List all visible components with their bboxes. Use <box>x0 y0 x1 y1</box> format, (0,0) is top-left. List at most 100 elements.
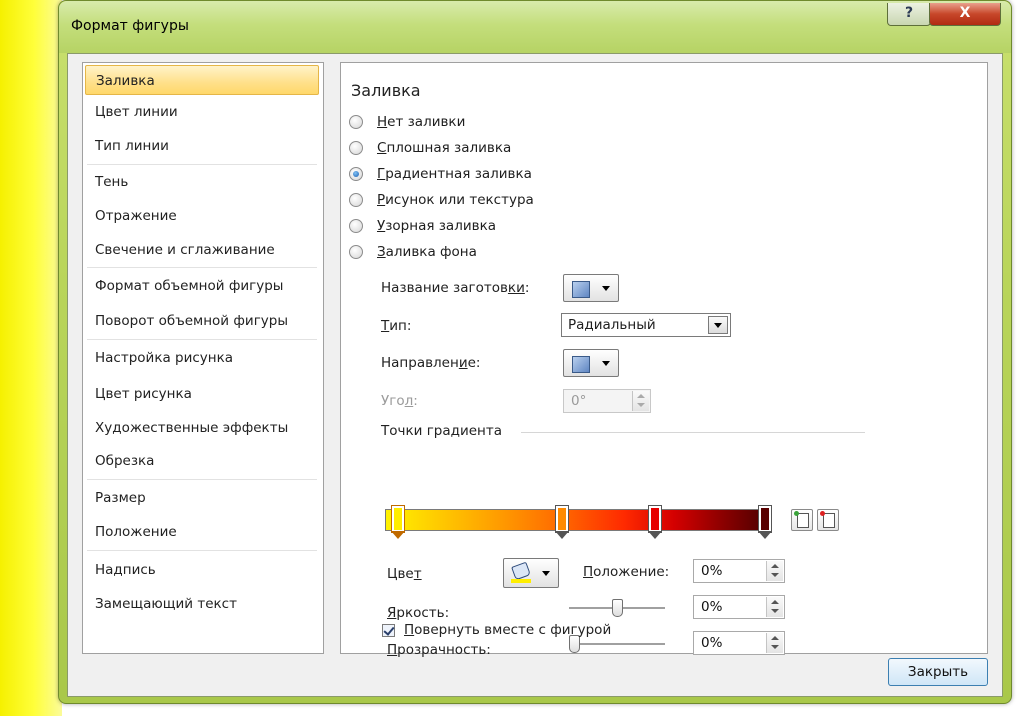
type-label: Тип: <box>381 318 412 334</box>
add-gradient-stop-button[interactable] <box>791 509 813 531</box>
radio-label: Заливка фона <box>377 244 477 260</box>
title-close-button[interactable]: X <box>929 3 1001 26</box>
arrow-up-icon <box>771 564 779 568</box>
radio-no-fill[interactable]: Нет заливки <box>349 111 465 133</box>
preset-gradient-dropdown[interactable] <box>563 274 619 302</box>
spinner-arrows[interactable] <box>766 561 783 581</box>
nav-item-position[interactable]: Положение <box>85 517 319 547</box>
nav-item-line-style[interactable]: Тип линии <box>85 131 319 161</box>
radio-label: Рисунок или текстура <box>377 192 534 208</box>
position-spinner[interactable]: 0% <box>693 559 785 583</box>
brightness-spinner[interactable]: 0% <box>693 595 785 619</box>
panel-heading: Заливка <box>351 81 421 100</box>
spinner-arrows[interactable] <box>632 391 649 411</box>
brightness-slider[interactable] <box>569 597 665 619</box>
current-color-bar <box>511 579 531 583</box>
angle-value: 0° <box>571 393 587 409</box>
nav-separator <box>87 479 317 480</box>
spinner-arrows[interactable] <box>766 633 783 653</box>
desktop-background <box>0 0 62 716</box>
spinner-arrows[interactable] <box>766 597 783 617</box>
nav-item-picture-color[interactable]: Цвет рисунка <box>85 379 319 409</box>
gradient-type-value: Радиальный <box>568 317 656 333</box>
add-stop-icon <box>797 513 809 528</box>
rotate-with-shape-label: Повернуть вместе с фигурой <box>404 622 612 638</box>
nav-item-text-box[interactable]: Надпись <box>85 555 319 585</box>
help-button[interactable]: ? <box>887 3 931 26</box>
position-value: 0% <box>701 563 723 579</box>
remove-stop-icon <box>823 513 835 528</box>
nav-item-reflection[interactable]: Отражение <box>85 201 319 231</box>
direction-dropdown[interactable] <box>563 349 619 377</box>
radio-button[interactable] <box>349 115 363 129</box>
gradient-stop[interactable] <box>555 505 569 541</box>
category-list: Заливка Цвет линии Тип линии Тень Отраже… <box>82 62 324 654</box>
nav-item-alt-text[interactable]: Замещающий текст <box>85 589 319 619</box>
nav-item-fill[interactable]: Заливка <box>85 65 319 95</box>
group-divider <box>521 432 865 433</box>
arrow-up-icon <box>637 394 645 398</box>
radio-button[interactable] <box>349 245 363 259</box>
transparency-value: 0% <box>701 635 723 651</box>
nav-item-size[interactable]: Размер <box>85 483 319 513</box>
gradient-stop[interactable] <box>648 505 662 541</box>
nav-item-line-color[interactable]: Цвет линии <box>85 97 319 127</box>
paint-bucket-icon <box>511 561 531 581</box>
gradient-type-select[interactable]: Радиальный <box>561 313 731 337</box>
transparency-label: Прозрачность: <box>387 642 491 658</box>
close-button[interactable]: Закрыть <box>888 658 988 686</box>
radio-label: Узорная заливка <box>377 218 496 234</box>
radio-button[interactable] <box>349 219 363 233</box>
nav-separator <box>87 164 317 165</box>
gradient-stop[interactable] <box>391 505 405 541</box>
nav-item-3d-format[interactable]: Формат объемной фигуры <box>85 271 319 301</box>
radio-solid-fill[interactable]: Сплошная заливка <box>349 137 511 159</box>
preset-label: Название заготовки: <box>381 280 530 296</box>
nav-separator <box>87 267 317 268</box>
gradient-stop[interactable] <box>758 505 772 541</box>
radio-label: Сплошная заливка <box>377 140 512 156</box>
chevron-down-icon[interactable] <box>708 316 728 334</box>
gradient-bar[interactable] <box>385 509 771 531</box>
nav-item-glow-soft-edges[interactable]: Свечение и сглаживание <box>85 235 319 265</box>
arrow-down-icon <box>637 403 645 407</box>
transparency-spinner[interactable]: 0% <box>693 631 785 655</box>
fill-settings-panel: Заливка Нет заливки Сплошная заливка Гра… <box>340 62 988 658</box>
radio-label: Градиентная заливка <box>377 166 532 182</box>
position-label: Положение: <box>583 564 670 580</box>
angle-spinner[interactable]: 0° <box>563 389 651 413</box>
arrow-down-icon <box>771 645 779 649</box>
arrow-down-icon <box>771 573 779 577</box>
close-icon: X <box>959 5 971 21</box>
nav-separator <box>87 550 317 551</box>
nav-separator <box>87 339 317 340</box>
nav-item-artistic-effects[interactable]: Художественные эффекты <box>85 413 319 443</box>
format-shape-dialog: Формат фигуры ? X Заливка Цвет линии Тип… <box>58 0 1012 704</box>
chevron-down-icon <box>602 286 610 291</box>
color-label: Цвет <box>387 566 422 582</box>
radio-button[interactable] <box>349 141 363 155</box>
chevron-down-icon <box>542 571 550 576</box>
stop-color-dropdown[interactable] <box>503 558 559 588</box>
chevron-down-icon <box>602 361 610 366</box>
nav-item-crop[interactable]: Обрезка <box>85 446 319 476</box>
slider-thumb[interactable] <box>612 599 623 617</box>
gradient-swatch-icon <box>572 281 590 298</box>
radio-background-fill[interactable]: Заливка фона <box>349 241 477 263</box>
arrow-up-icon <box>771 600 779 604</box>
nav-item-picture-corrections[interactable]: Настройка рисунка <box>85 343 319 373</box>
radio-picture-texture-fill[interactable]: Рисунок или текстура <box>349 189 534 211</box>
radio-gradient-fill[interactable]: Градиентная заливка <box>349 163 532 185</box>
nav-item-3d-rotation[interactable]: Поворот объемной фигуры <box>85 306 319 336</box>
dialog-title: Формат фигуры <box>71 18 189 34</box>
nav-item-shadow[interactable]: Тень <box>85 167 319 197</box>
remove-gradient-stop-button[interactable] <box>817 509 839 531</box>
radio-button[interactable] <box>349 167 363 181</box>
help-icon: ? <box>904 5 914 21</box>
radio-pattern-fill[interactable]: Узорная заливка <box>349 215 496 237</box>
radio-button[interactable] <box>349 193 363 207</box>
rotate-with-shape-checkbox[interactable] <box>382 624 395 637</box>
gradient-stops-heading: Точки градиента <box>381 423 503 439</box>
arrow-down-icon <box>771 609 779 613</box>
radio-label: Нет заливки <box>377 114 466 130</box>
